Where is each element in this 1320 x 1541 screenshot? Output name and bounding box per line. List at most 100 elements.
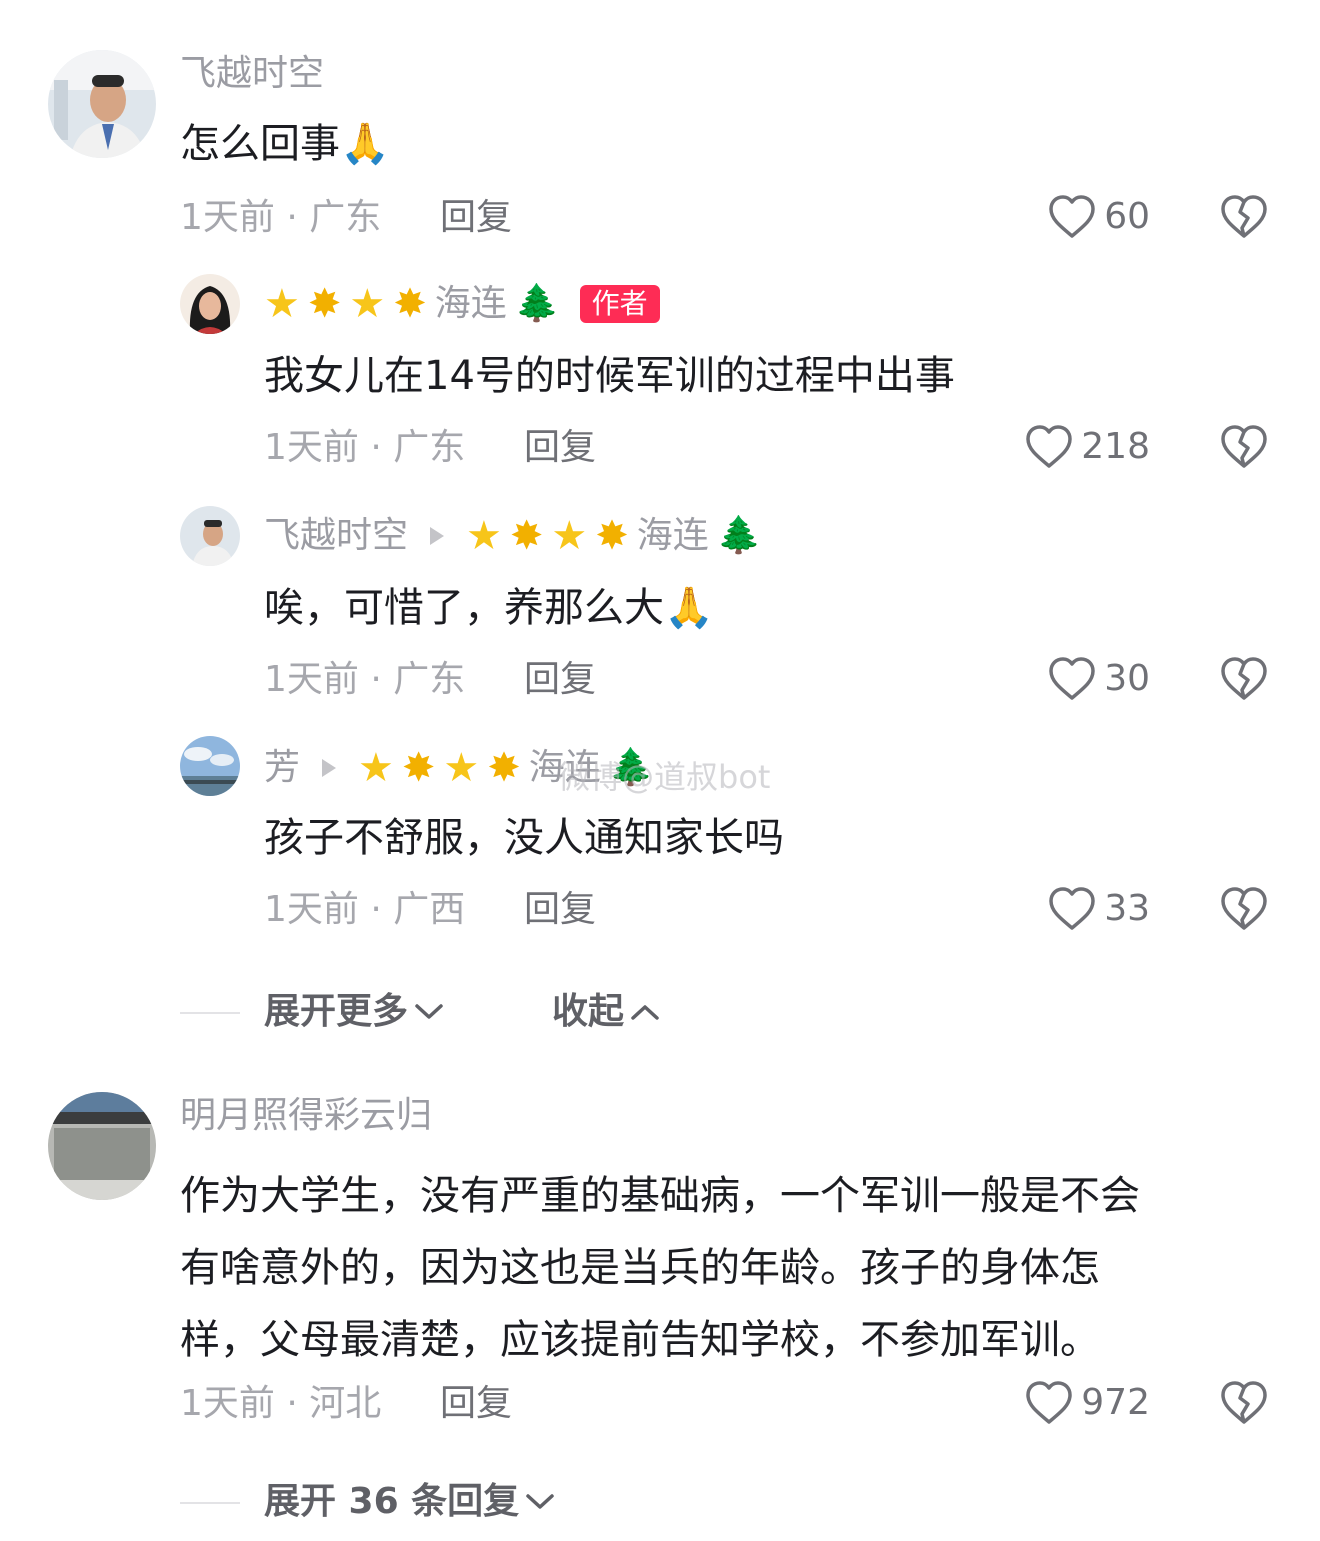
reply-location: 广东 (393, 659, 466, 700)
reply-button[interactable]: 回复 (524, 888, 596, 932)
reply-author[interactable]: 芳 (264, 746, 300, 790)
watermark: 微博@道叔bot (558, 758, 771, 796)
expand-more-button[interactable]: 展开更多 (264, 990, 444, 1034)
star-emoji: ★ (264, 281, 300, 327)
dislike-button[interactable] (1220, 886, 1268, 936)
avatar[interactable] (180, 506, 240, 566)
reply-text-body: 唉，可惜了，养那么大 (264, 585, 664, 631)
expand-replies-button[interactable]: 展开 36 条回复 (264, 1480, 555, 1524)
avatar[interactable] (48, 50, 156, 158)
heart-outline-icon (1049, 195, 1095, 238)
reply-meta: 1天前 · 广东 (264, 426, 465, 470)
heart-outline-icon (1026, 1381, 1073, 1424)
tree-emoji: 🌲 (514, 283, 560, 324)
star-emoji: ★ (443, 745, 480, 791)
star-emoji: ✸ (307, 281, 342, 327)
comment-text: 作为大学生，没有严重的基础病，一个军训一般是不会 有啥意外的，因为这也是当兵的年… (180, 1160, 1140, 1376)
reply-author-row: 飞越时空 ★ ✸ ★ ✸ 海连 🌲 (264, 514, 762, 558)
reply-location: 广西 (393, 889, 466, 930)
separator: · (286, 1383, 298, 1424)
reply-time: 1天前 (264, 427, 359, 468)
play-arrow-icon (430, 527, 445, 545)
reply-text: 我女儿在14号的时候军训的过程中出事 (264, 353, 955, 399)
reply-text: 唉，可惜了，养那么大🙏 (264, 582, 714, 634)
broken-heart-icon (1221, 657, 1267, 700)
reply-meta: 1天前 · 广东 (264, 658, 465, 702)
comment-text-line: 作为大学生，没有严重的基础病，一个军训一般是不会 (180, 1173, 1140, 1219)
chevron-down-icon (526, 1494, 554, 1509)
comment-text-line: 样，父母最清楚，应该提前告知学校，不参加军训。 (180, 1317, 1100, 1363)
star-emoji: ✸ (393, 281, 427, 327)
reply-to-name[interactable]: 海连 (637, 514, 709, 558)
heart-outline-icon (1049, 657, 1095, 700)
reply-author[interactable]: 飞越时空 (264, 514, 408, 558)
chevron-down-icon (415, 1004, 443, 1019)
reply-meta: 1天前 · 广西 (264, 888, 465, 932)
comment-text-line: 有啥意外的，因为这也是当兵的年龄。孩子的身体怎 (180, 1245, 1100, 1291)
like-button[interactable]: 33 (1048, 886, 1150, 932)
reply-text: 孩子不舒服，没人通知家长吗 (264, 815, 784, 861)
comment-author[interactable]: 飞越时空 (180, 52, 324, 96)
dislike-button[interactable] (1220, 656, 1268, 706)
star-emoji: ★ (358, 745, 394, 791)
dislike-button[interactable] (1220, 194, 1268, 244)
dislike-button[interactable] (1220, 424, 1268, 474)
like-button[interactable]: 218 (1025, 424, 1150, 470)
reply-button[interactable]: 回复 (440, 196, 512, 240)
comment-meta: 1天前 · 广东 (180, 196, 381, 240)
avatar[interactable] (48, 1092, 156, 1200)
heart-outline-icon (1026, 425, 1073, 468)
avatar[interactable] (180, 274, 240, 334)
expand-more-label: 展开更多 (264, 991, 409, 1032)
like-count: 60 (1104, 196, 1150, 237)
reply-location: 广东 (393, 427, 466, 468)
heart-outline-icon (1049, 887, 1095, 930)
divider (180, 1502, 240, 1504)
like-count: 33 (1104, 888, 1150, 929)
chevron-up-icon (631, 1005, 659, 1020)
broken-heart-icon (1221, 1381, 1267, 1424)
separator: · (370, 427, 382, 468)
reply-button[interactable]: 回复 (440, 1382, 512, 1426)
avatar[interactable] (180, 736, 240, 796)
play-arrow-icon (322, 759, 337, 777)
like-button[interactable]: 972 (1025, 1380, 1150, 1426)
broken-heart-icon (1221, 425, 1267, 468)
like-count: 30 (1104, 658, 1150, 699)
star-emoji: ✸ (401, 745, 436, 791)
comment-location: 广东 (309, 197, 382, 238)
broken-heart-icon (1221, 887, 1267, 930)
expand-replies-label: 展开 36 条回复 (264, 1481, 520, 1522)
reply-author[interactable]: 海连 (435, 282, 507, 326)
comment-meta: 1天前 · 河北 (180, 1382, 381, 1426)
pray-emoji: 🙏 (664, 585, 714, 631)
dislike-button[interactable] (1220, 1380, 1268, 1430)
broken-heart-icon (1221, 195, 1267, 238)
like-button[interactable]: 60 (1048, 194, 1150, 240)
collapse-label: 收起 (552, 991, 625, 1032)
comment-text: 怎么回事🙏 (180, 118, 390, 170)
tree-emoji: 🌲 (716, 515, 762, 556)
like-count: 218 (1081, 426, 1150, 467)
collapse-button[interactable]: 收起 (552, 990, 660, 1034)
comment-time: 1天前 (180, 1383, 275, 1424)
like-count: 972 (1081, 1382, 1150, 1423)
star-emoji: ✸ (595, 513, 629, 559)
reply-button[interactable]: 回复 (524, 658, 596, 702)
star-emoji: ★ (551, 513, 588, 559)
reply-button[interactable]: 回复 (524, 426, 596, 470)
star-emoji: ★ (349, 281, 386, 327)
comment-location: 河北 (309, 1383, 382, 1424)
comment-time: 1天前 (180, 197, 275, 238)
reply-time: 1天前 (264, 889, 359, 930)
reply-time: 1天前 (264, 659, 359, 700)
divider (180, 1012, 240, 1014)
separator: · (370, 889, 382, 930)
pray-emoji: 🙏 (340, 121, 390, 167)
comment-author[interactable]: 明月照得彩云归 (180, 1094, 432, 1138)
author-badge: 作者 (579, 285, 660, 323)
comment-text-body: 怎么回事 (180, 121, 340, 167)
reply-author-row: ★ ✸ ★ ✸ 海连 🌲 作者 (264, 282, 660, 326)
star-emoji: ✸ (509, 513, 544, 559)
like-button[interactable]: 30 (1048, 656, 1150, 702)
